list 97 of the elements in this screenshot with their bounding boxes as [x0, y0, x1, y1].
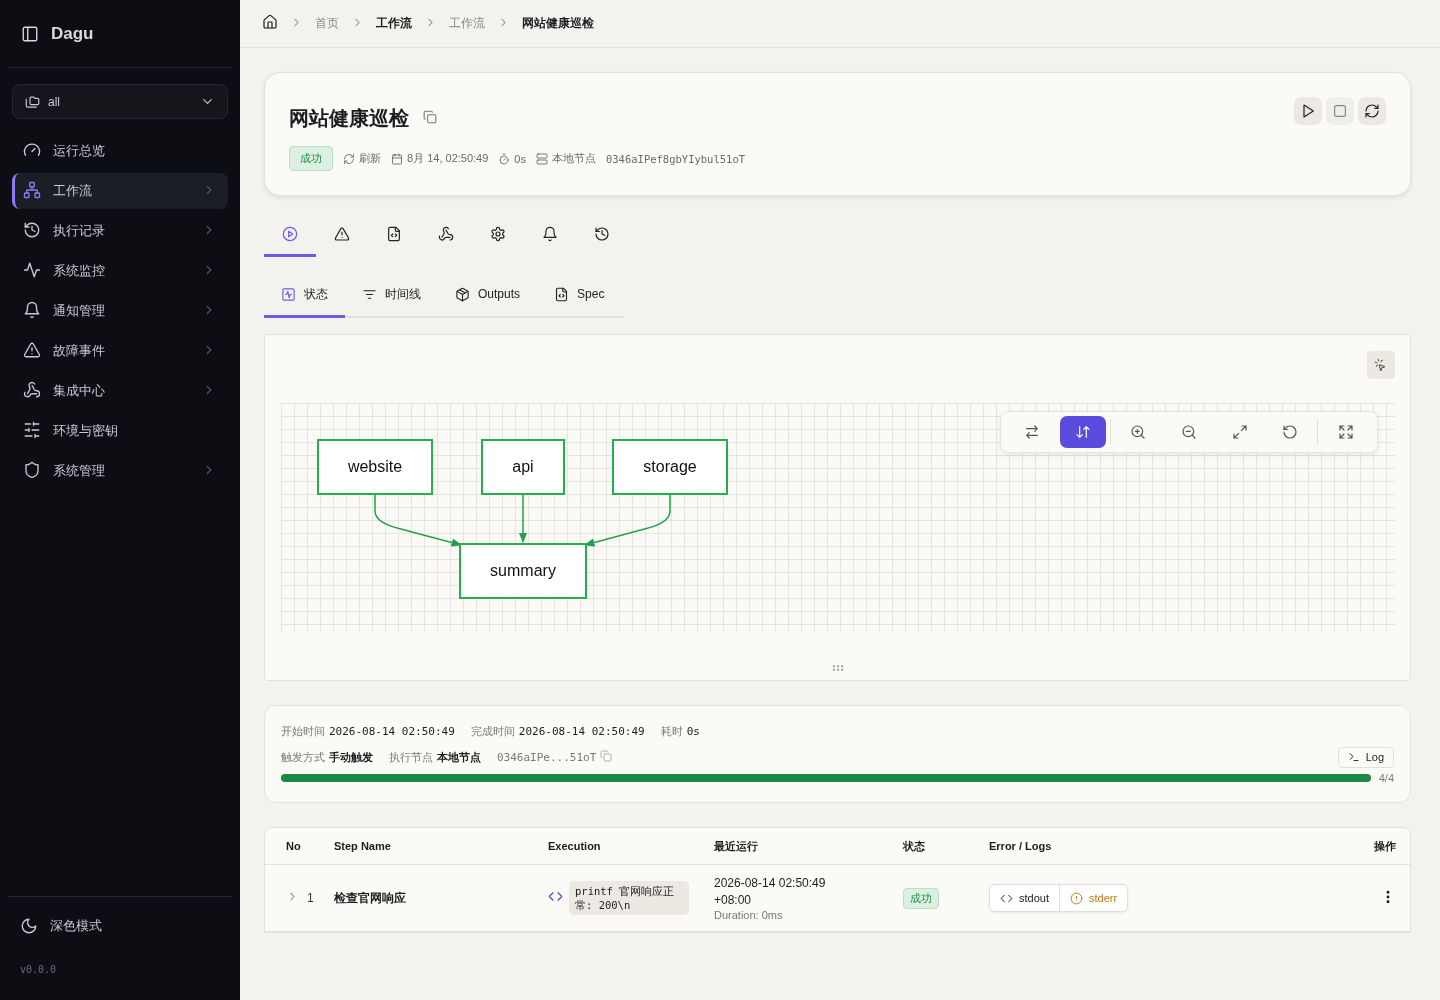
field-label: 触发方式 [281, 749, 325, 765]
terminal-icon [1347, 751, 1360, 763]
code-file-icon [386, 226, 402, 242]
arrows-up-down-icon [1074, 424, 1091, 440]
column-header: No [286, 840, 302, 852]
step-number: 1 [307, 891, 314, 905]
refresh-icon [343, 152, 355, 165]
copy-icon [600, 750, 613, 762]
activity-icon [281, 286, 296, 302]
copy-icon [423, 109, 437, 124]
workflow-title: 网站健康巡检 [289, 106, 409, 131]
dark-mode-toggle[interactable]: 深色模式 [20, 913, 102, 939]
nav-item[interactable]: 系统管理 [12, 453, 228, 489]
field-label: 耗时 [660, 723, 683, 739]
code-file-icon [554, 286, 570, 302]
column-header: Execution [548, 840, 602, 852]
home-icon [262, 14, 278, 30]
nav-item[interactable]: 集成中心 [12, 373, 228, 409]
breadcrumb-link[interactable]: 工作流 [376, 15, 412, 32]
timer-icon [498, 152, 511, 165]
run-button[interactable] [1294, 97, 1322, 125]
tab[interactable]: 时间线 [345, 273, 438, 318]
column-header: 操作 [1373, 838, 1396, 854]
field-label: 开始时间 [281, 723, 325, 739]
refresh-button[interactable]: 刷新 [343, 151, 381, 166]
step-node[interactable]: storage [612, 439, 728, 495]
app-name: Dagu [51, 23, 94, 44]
column-header: Error / Logs [989, 840, 1053, 852]
status-badge: 成功 [289, 146, 333, 171]
breadcrumb-current: 网站健康巡检 [522, 15, 594, 32]
last-run-time: 2026-08-14 02:50:49 +08:00 [714, 875, 827, 909]
stdout-button[interactable]: stdout [990, 885, 1059, 911]
nav-item[interactable]: 运行总览 [12, 133, 228, 169]
settings-icon [490, 226, 506, 242]
zoom-in-icon [1130, 424, 1147, 440]
run-duration: 0s [514, 152, 526, 165]
nav-item[interactable]: 环境与密钥 [12, 413, 228, 449]
workspace-select[interactable]: all [12, 84, 228, 119]
step-node[interactable]: summary [459, 543, 587, 599]
moon-icon [20, 917, 38, 935]
sidebar-icon [21, 24, 39, 43]
field-label: 执行节点 [389, 749, 433, 765]
field-value: 0s [686, 724, 700, 738]
column-header: 最近运行 [714, 838, 759, 854]
node-id: 0346aIPef8gbYIybul51oT [605, 152, 746, 165]
nav-item[interactable]: 系统监控 [12, 253, 228, 289]
play-icon [1300, 103, 1316, 119]
status-badge: 成功 [903, 887, 939, 909]
webhook-icon [438, 226, 454, 242]
tab[interactable]: 状态 [264, 273, 345, 318]
fullscreen-icon [1337, 424, 1354, 440]
tab[interactable]: Outputs [438, 273, 538, 318]
nav-item[interactable]: 故障事件 [12, 333, 228, 369]
command-text: printf 官网响应正常: 200\n [569, 880, 689, 916]
zoom-out-icon [1181, 424, 1197, 440]
stderr-button[interactable]: stderr [1058, 885, 1128, 911]
graph-tool-button[interactable] [1059, 416, 1107, 448]
column-header: Step Name [334, 840, 392, 852]
nav-item[interactable]: 通知管理 [12, 293, 228, 329]
reset-icon [1282, 424, 1299, 440]
history-icon [594, 226, 610, 242]
bell-icon [542, 226, 558, 242]
nav-item[interactable]: 执行记录 [12, 213, 228, 249]
run-date: 8月 14, 02:50:49 [407, 151, 489, 166]
progress-count: 4/4 [1378, 772, 1394, 784]
warning-icon [334, 226, 350, 242]
nav-item[interactable]: 工作流 [12, 173, 228, 209]
arrows-left-right-icon [1024, 424, 1041, 440]
node-label: 本地节点 [551, 151, 596, 166]
step-node[interactable]: api [481, 439, 565, 495]
server-icon [535, 152, 548, 165]
play-circle-icon [282, 226, 298, 242]
field-value: 2026-08-14 02:50:49 [329, 724, 455, 738]
stop-icon [1332, 103, 1348, 119]
code-icon [548, 889, 563, 904]
tab[interactable]: Spec [537, 273, 622, 318]
expand-icon [1231, 424, 1248, 440]
log-button[interactable]: Log [1337, 746, 1394, 768]
field-value: 2026-08-14 02:50:49 [518, 724, 645, 738]
column-header: 状态 [903, 838, 926, 854]
step-name: 检查官网响应 [334, 889, 407, 907]
package-icon [455, 286, 470, 302]
alert-icon [1069, 891, 1083, 905]
cursor-click-icon [1374, 358, 1388, 372]
field-value: 本地节点 [437, 749, 481, 765]
step-duration: Duration: 0ms [714, 908, 784, 921]
connector-arrow [518, 494, 528, 544]
field-label: 完成时间 [470, 723, 515, 739]
refresh-icon [1364, 103, 1380, 119]
calendar-icon [391, 152, 403, 165]
folders-icon [25, 94, 40, 109]
version-label: v0.0.0 [20, 964, 57, 975]
step-node[interactable]: website [317, 439, 433, 495]
field-value: 手动触发 [329, 749, 373, 765]
node-id: 0346aIPe...51oT [497, 750, 597, 764]
pointer-button[interactable] [1367, 351, 1395, 379]
retry-button[interactable] [1358, 97, 1386, 125]
